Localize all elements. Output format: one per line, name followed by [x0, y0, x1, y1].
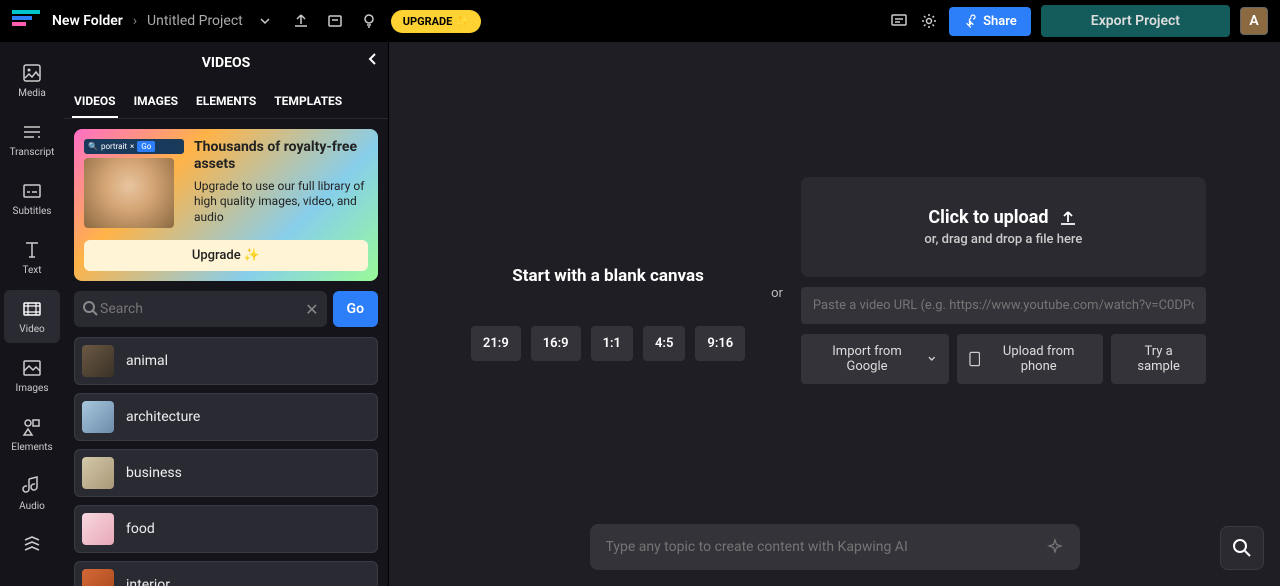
import-google-button[interactable]: Import from Google	[801, 334, 949, 384]
chevron-down-icon[interactable]	[255, 11, 275, 31]
category-thumb	[82, 401, 114, 433]
category-thumb	[82, 513, 114, 545]
promo-desc: Upgrade to use our full library of high …	[194, 179, 368, 226]
comment-icon[interactable]	[889, 11, 909, 31]
gear-icon[interactable]	[919, 11, 939, 31]
category-label: food	[126, 521, 155, 537]
ratio-21-9[interactable]: 21:9	[471, 326, 521, 361]
avatar[interactable]: A	[1240, 7, 1268, 35]
left-rail: Media Transcript Subtitles Text Video Im…	[0, 42, 64, 586]
export-button[interactable]: Export Project	[1041, 5, 1230, 37]
category-label: animal	[126, 353, 168, 369]
sidebar-item-label: Audio	[19, 501, 45, 512]
category-thumb	[82, 345, 114, 377]
sidebar-item-label: Media	[18, 88, 46, 99]
upload-dropzone[interactable]: Click to upload or, drag and drop a file…	[801, 177, 1206, 277]
upgrade-button[interactable]: UPGRADE ✨	[391, 10, 481, 33]
phone-icon	[969, 351, 980, 367]
sidebar-item-elements[interactable]: Elements	[4, 408, 60, 461]
category-interior[interactable]: interior	[74, 561, 378, 586]
sidebar-item-audio[interactable]: Audio	[4, 467, 60, 520]
sidebar-item-text[interactable]: Text	[4, 231, 60, 284]
canvas-area: Start with a blank canvas 21:9 16:9 1:1 4:5…	[389, 42, 1280, 586]
chevron-right-icon: ›	[133, 13, 137, 29]
sidebar-item-label: Text	[22, 265, 41, 276]
panel-tabs: VIDEOS IMAGES ELEMENTS TEMPLATES	[64, 84, 388, 119]
brand-kit-icon[interactable]	[325, 11, 345, 31]
upload-icon	[1058, 208, 1078, 228]
ratio-4-5[interactable]: 4:5	[643, 326, 685, 361]
category-food[interactable]: food	[74, 505, 378, 553]
sidebar-item-video[interactable]: Video	[4, 290, 60, 343]
sidebar-item-label: Subtitles	[13, 206, 52, 217]
category-thumb	[82, 569, 114, 586]
sparkle-icon	[1046, 538, 1064, 556]
promo-title: Thousands of royalty-free assets	[194, 139, 368, 173]
ai-prompt-input[interactable]	[606, 539, 1046, 555]
search-icon	[1232, 538, 1252, 558]
category-business[interactable]: business	[74, 449, 378, 497]
search-box[interactable]: ✕	[74, 291, 327, 327]
search-fab[interactable]	[1220, 526, 1264, 570]
project-name[interactable]: Untitled Project	[147, 13, 243, 29]
sidebar-item-media[interactable]: Media	[4, 54, 60, 107]
sidebar-item-images[interactable]: Images	[4, 349, 60, 402]
search-input[interactable]	[100, 301, 305, 317]
try-sample-button[interactable]: Try a sample	[1111, 334, 1206, 384]
tab-elements[interactable]: ELEMENTS	[194, 86, 258, 118]
sidebar-item-label: Elements	[11, 442, 52, 453]
or-divider: or	[771, 286, 783, 341]
category-label: interior	[126, 577, 170, 586]
sidebar-item-subtitles[interactable]: Subtitles	[4, 172, 60, 225]
share-button[interactable]: Share	[949, 7, 1031, 36]
category-architecture[interactable]: architecture	[74, 393, 378, 441]
sidebar-item-transcript[interactable]: Transcript	[4, 113, 60, 166]
promo-search-example: 🔍portrait×Go	[84, 139, 184, 154]
video-url-input[interactable]	[801, 287, 1206, 324]
sidebar-item-more[interactable]	[4, 526, 60, 564]
category-animal[interactable]: animal	[74, 337, 378, 385]
category-label: architecture	[126, 409, 200, 425]
upload-sub: or, drag and drop a file here	[924, 232, 1082, 247]
promo-image	[84, 158, 174, 228]
upgrade-promo: 🔍portrait×Go Thousands of royalty-free a…	[74, 129, 378, 281]
share-label: Share	[983, 14, 1017, 29]
promo-upgrade-button[interactable]: Upgrade ✨	[84, 240, 368, 271]
upload-icon[interactable]	[291, 11, 311, 31]
upload-title: Click to upload	[928, 207, 1048, 228]
start-title: Start with a blank canvas	[512, 266, 704, 286]
breadcrumb: New Folder › Untitled Project	[52, 13, 243, 29]
ratio-16-9[interactable]: 16:9	[531, 326, 581, 361]
lightbulb-icon[interactable]	[359, 11, 379, 31]
panel-title: VIDEOS	[202, 55, 251, 71]
upload-phone-button[interactable]: Upload from phone	[957, 334, 1104, 384]
media-panel: VIDEOS VIDEOS IMAGES ELEMENTS TEMPLATES …	[64, 42, 389, 586]
collapse-panel-button[interactable]	[366, 52, 380, 66]
search-icon	[82, 300, 100, 318]
ai-prompt-bar[interactable]	[590, 524, 1080, 570]
ratio-1-1[interactable]: 1:1	[591, 326, 633, 361]
clear-icon[interactable]: ✕	[305, 300, 318, 319]
chevron-down-icon	[927, 354, 937, 364]
sidebar-item-label: Video	[19, 324, 44, 335]
logo[interactable]	[12, 10, 40, 32]
sidebar-item-label: Transcript	[10, 147, 55, 158]
tab-templates[interactable]: TEMPLATES	[272, 86, 344, 118]
tab-videos[interactable]: VIDEOS	[72, 86, 118, 118]
tab-images[interactable]: IMAGES	[132, 86, 180, 118]
ratio-9-16[interactable]: 9:16	[695, 326, 745, 361]
category-thumb	[82, 457, 114, 489]
folder-name[interactable]: New Folder	[52, 13, 123, 29]
sidebar-item-label: Images	[15, 383, 48, 394]
category-label: business	[126, 465, 182, 481]
search-go-button[interactable]: Go	[333, 291, 378, 327]
